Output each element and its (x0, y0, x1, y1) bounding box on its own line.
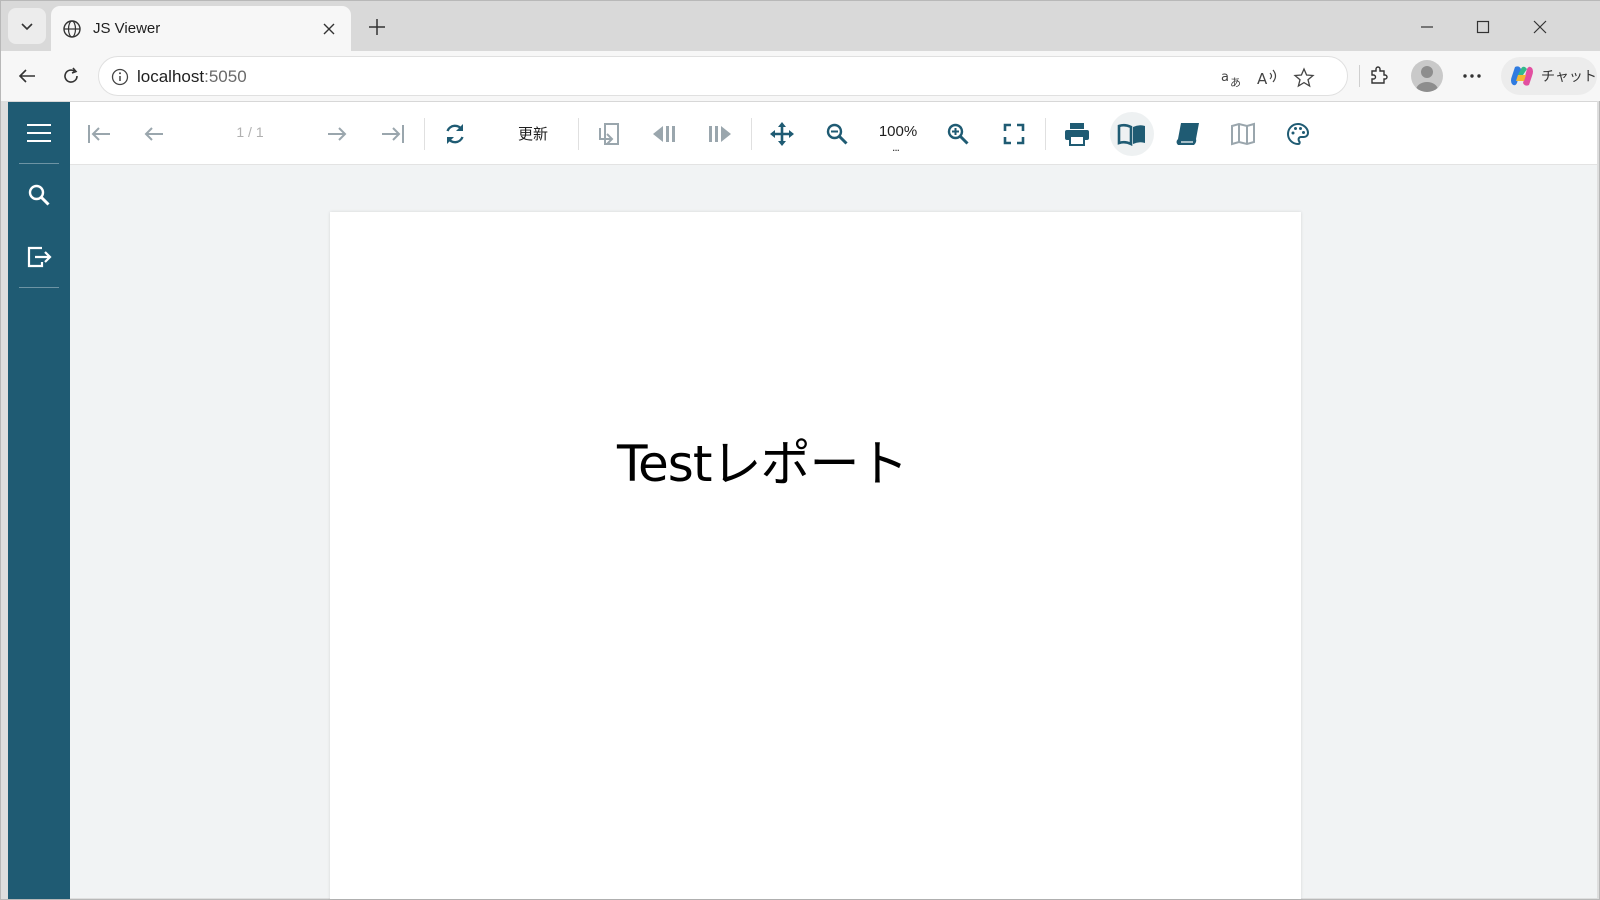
url-host: localhost (137, 67, 205, 86)
first-page-icon (88, 125, 110, 143)
viewer-sidebar (8, 102, 70, 899)
info-icon[interactable] (109, 66, 131, 88)
tab-close-button[interactable] (315, 15, 343, 43)
profile-icon[interactable] (1411, 60, 1443, 92)
search-icon (28, 184, 50, 206)
reload-icon (64, 67, 78, 83)
theme-button[interactable] (1276, 112, 1320, 156)
more-button[interactable] (1456, 60, 1488, 92)
back-icon (18, 69, 35, 83)
maximize-icon (1476, 20, 1490, 34)
galley-view-button[interactable] (1221, 112, 1265, 156)
toolbar-separator (751, 118, 752, 150)
prev-page-icon (144, 127, 163, 141)
favorite-icon[interactable] (1291, 65, 1317, 91)
continuous-view-icon (1176, 123, 1199, 145)
menu-icon (27, 124, 51, 142)
url-port: :5050 (204, 67, 247, 86)
zoom-in-icon (947, 123, 969, 145)
galley-view-icon (1231, 122, 1255, 146)
theme-icon (1287, 122, 1310, 146)
back-to-parent-icon (599, 123, 619, 145)
copilot-label: チャット (1541, 68, 1597, 84)
next-page-button[interactable] (315, 112, 359, 156)
browser-tab[interactable]: JS Viewer (51, 6, 351, 51)
new-tab-button[interactable] (361, 11, 393, 43)
minimize-button[interactable] (1401, 5, 1453, 49)
copilot-chat-button[interactable]: チャット (1501, 57, 1597, 95)
refresh-button[interactable] (433, 112, 477, 156)
extensions-icon (1371, 66, 1388, 84)
export-button[interactable] (8, 226, 70, 288)
browser-window: JS Viewer localhost:5050 a あ A チャット 1 / … (0, 0, 1600, 900)
globe-icon (61, 18, 83, 40)
sidebar-divider (19, 287, 59, 288)
next-page-icon (328, 127, 347, 141)
close-icon (323, 23, 335, 34)
zoom-menu-indicator[interactable]: ... (892, 140, 900, 154)
back-to-parent-button[interactable] (587, 112, 631, 156)
single-page-view-button[interactable] (1110, 112, 1154, 156)
single-page-view-icon (1117, 123, 1145, 146)
toolbar-divider (1359, 65, 1360, 87)
back-button[interactable] (11, 60, 43, 92)
read-aloud-icon[interactable]: A (1255, 65, 1281, 91)
maximize-button[interactable] (1457, 5, 1509, 49)
viewer-toolbar: 1 / 1 更新 100% ... (70, 102, 1597, 165)
tab-list-button[interactable] (8, 8, 46, 44)
address-bar[interactable]: localhost:5050 aあ A (98, 56, 1348, 96)
last-page-icon (382, 125, 404, 143)
minimize-icon (1421, 26, 1433, 28)
history-forward-icon (709, 126, 731, 142)
toolbar-separator (578, 118, 579, 150)
zoom-out-icon (826, 123, 848, 145)
report-page: Testレポート (330, 212, 1301, 899)
first-page-button[interactable] (77, 112, 121, 156)
copilot-icon (1509, 63, 1535, 89)
extensions-button[interactable] (1363, 60, 1395, 92)
pan-mode-button[interactable] (760, 112, 804, 156)
search-button[interactable] (8, 164, 70, 226)
continuous-view-button[interactable] (1165, 112, 1209, 156)
tab-title: JS Viewer (93, 20, 161, 37)
reload-button[interactable] (55, 60, 87, 92)
fullscreen-button[interactable] (992, 112, 1036, 156)
url-text[interactable]: localhost:5050 (137, 67, 247, 87)
toolbar-separator (424, 118, 425, 150)
navigation-bar: localhost:5050 aあ A チャット (1, 51, 1600, 101)
page-indicator[interactable]: 1 / 1 (220, 124, 280, 140)
zoom-in-button[interactable] (936, 112, 980, 156)
zoom-out-button[interactable] (815, 112, 859, 156)
menu-button[interactable] (8, 102, 70, 164)
report-viewer: 1 / 1 更新 100% ... Testレポート (8, 101, 1597, 899)
svg-text:あ: あ (1230, 76, 1241, 89)
print-button[interactable] (1055, 112, 1099, 156)
prev-page-button[interactable] (132, 112, 176, 156)
zoom-level[interactable]: 100% (876, 123, 920, 140)
translate-icon[interactable]: aあ (1219, 65, 1245, 91)
history-back-icon (653, 126, 675, 142)
toolbar-separator (1045, 118, 1046, 150)
report-title-text: Testレポート (617, 435, 908, 493)
print-icon (1065, 123, 1089, 146)
more-icon (1463, 74, 1481, 78)
title-bar: JS Viewer (1, 1, 1600, 51)
fullscreen-icon (1003, 123, 1025, 145)
history-back-button[interactable] (642, 112, 686, 156)
window-close-icon (1533, 20, 1547, 34)
pan-mode-icon (770, 122, 794, 146)
chevron-down-icon (19, 18, 35, 34)
refresh-icon (446, 124, 464, 144)
refresh-label[interactable]: 更新 (518, 123, 548, 144)
plus-icon (369, 19, 385, 35)
svg-text:A: A (1257, 70, 1268, 88)
export-icon (27, 246, 52, 268)
window-close-button[interactable] (1514, 5, 1566, 49)
history-forward-button[interactable] (698, 112, 742, 156)
last-page-button[interactable] (371, 112, 415, 156)
svg-text:a: a (1221, 70, 1229, 85)
